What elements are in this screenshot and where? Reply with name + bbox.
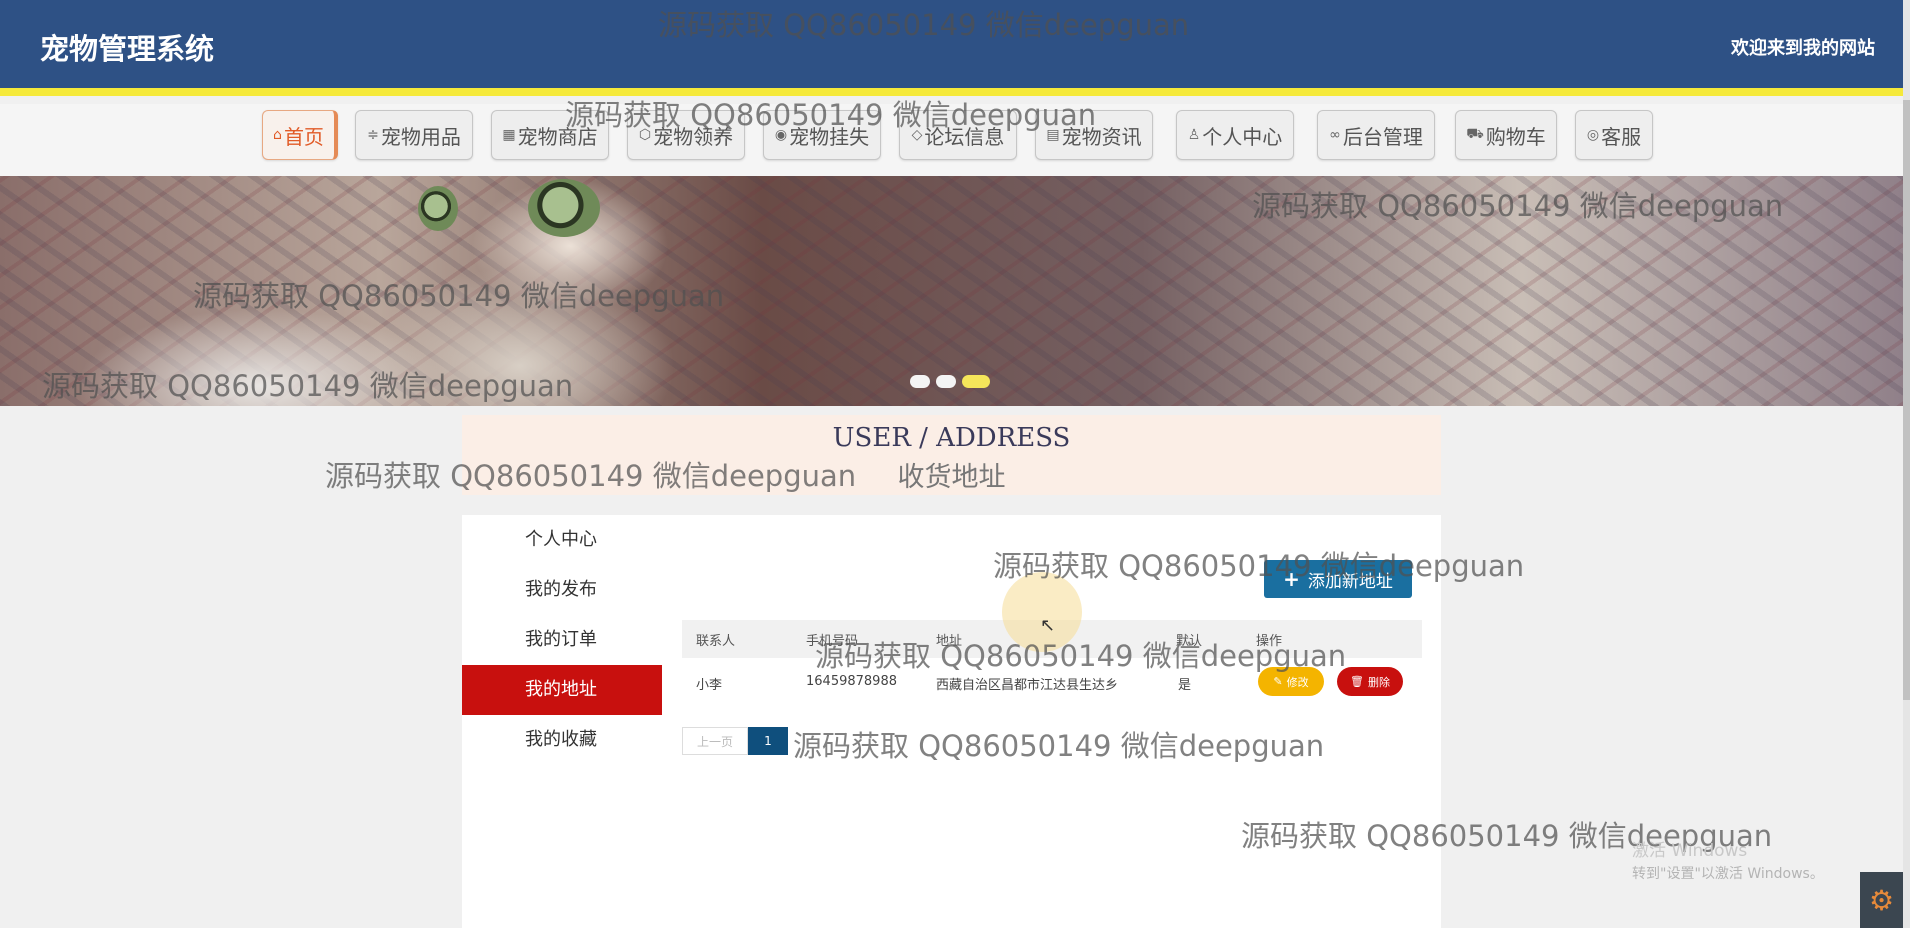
section-title-en: USER / ADDRESS: [832, 423, 1071, 453]
carousel-dot[interactable]: [936, 375, 956, 388]
windows-activation-title: 激活 Windows: [1632, 841, 1748, 861]
prev-page-button[interactable]: 上一页: [682, 727, 748, 755]
sidebar-item-my-address[interactable]: 我的地址: [462, 665, 662, 715]
nav-pet-supplies[interactable]: ≑ 宠物用品: [355, 110, 473, 160]
pencil-icon: ✎: [1273, 675, 1283, 688]
windows-activation-subtitle: 转到"设置"以激活 Windows。: [1632, 866, 1824, 882]
edit-label: 修改: [1286, 675, 1309, 689]
cell-phone: 16459878988: [806, 674, 897, 689]
watermark: 源码获取 QQ86050149 微信deepguan: [1252, 189, 1784, 223]
nav-home[interactable]: ⌂ 首页: [262, 110, 338, 160]
nav-label: 首页: [283, 124, 324, 149]
watermark: 源码获取 QQ86050149 微信deepguan: [193, 279, 725, 313]
nav-admin[interactable]: ∞ 后台管理: [1317, 110, 1435, 160]
delete-label: 删除: [1367, 675, 1390, 689]
page-number-current[interactable]: 1: [748, 727, 788, 755]
user-icon: ♙: [1187, 127, 1201, 143]
cell-default: 是: [1178, 678, 1192, 693]
column-header-contact: 联系人: [696, 634, 736, 649]
cat-eye: [528, 179, 600, 237]
nav-label: 后台管理: [1342, 124, 1423, 149]
sliders-icon: ≑: [367, 127, 379, 143]
nav-label: 宠物用品: [380, 124, 461, 149]
nav-personal-center[interactable]: ♙ 个人中心: [1176, 110, 1294, 160]
sidebar-item-personal-center[interactable]: 个人中心: [462, 515, 662, 565]
watermark: 源码获取 QQ86050149 微信deepguan: [325, 459, 857, 493]
sidebar-item-my-orders[interactable]: 我的订单: [462, 615, 662, 665]
sidebar-item-my-posts[interactable]: 我的发布: [462, 565, 662, 615]
sidebar-item-my-favorites[interactable]: 我的收藏: [462, 715, 662, 765]
watermark: 源码获取 QQ86050149 微信deepguan: [793, 729, 1325, 763]
watermark: 源码获取 QQ86050149 微信deepguan: [658, 8, 1190, 42]
watermark: 源码获取 QQ86050149 微信deepguan: [815, 639, 1347, 673]
cell-address: 西藏自治区昌都市江达县生达乡: [936, 678, 1119, 693]
cell-contact: 小李: [696, 678, 723, 693]
delete-button[interactable]: 🗑 删除: [1337, 667, 1403, 696]
link-icon: ∞: [1329, 127, 1341, 143]
vertical-scrollbar[interactable]: [1903, 0, 1910, 928]
carousel-dot[interactable]: [910, 375, 930, 388]
nav-label: 客服: [1601, 124, 1642, 149]
support-icon: ◎: [1586, 127, 1600, 143]
nav-label: 购物车: [1485, 124, 1546, 149]
welcome-text: 欢迎来到我的网站: [1731, 38, 1875, 59]
scrollbar-thumb[interactable]: [1903, 100, 1910, 700]
carousel-dot-active[interactable]: [962, 375, 990, 388]
cart-icon: ⛟: [1466, 126, 1484, 142]
trash-icon: 🗑: [1350, 675, 1364, 688]
nav-cart[interactable]: ⛟ 购物车: [1455, 110, 1557, 160]
watermark: 源码获取 QQ86050149 微信deepguan: [42, 369, 574, 403]
carousel-indicators: [910, 375, 990, 388]
nav-label: 个人中心: [1202, 124, 1283, 149]
site-title[interactable]: 宠物管理系统: [40, 26, 214, 68]
nav-support[interactable]: ◎ 客服: [1575, 110, 1653, 160]
watermark: 源码获取 QQ86050149 微信deepguan: [993, 549, 1525, 583]
cat-eye: [418, 186, 458, 231]
settings-gear-icon[interactable]: ⚙: [1860, 872, 1903, 928]
store-icon: ▦: [502, 127, 516, 143]
watermark: 源码获取 QQ86050149 微信deepguan: [565, 98, 1097, 132]
home-icon: ⌂: [273, 127, 282, 143]
